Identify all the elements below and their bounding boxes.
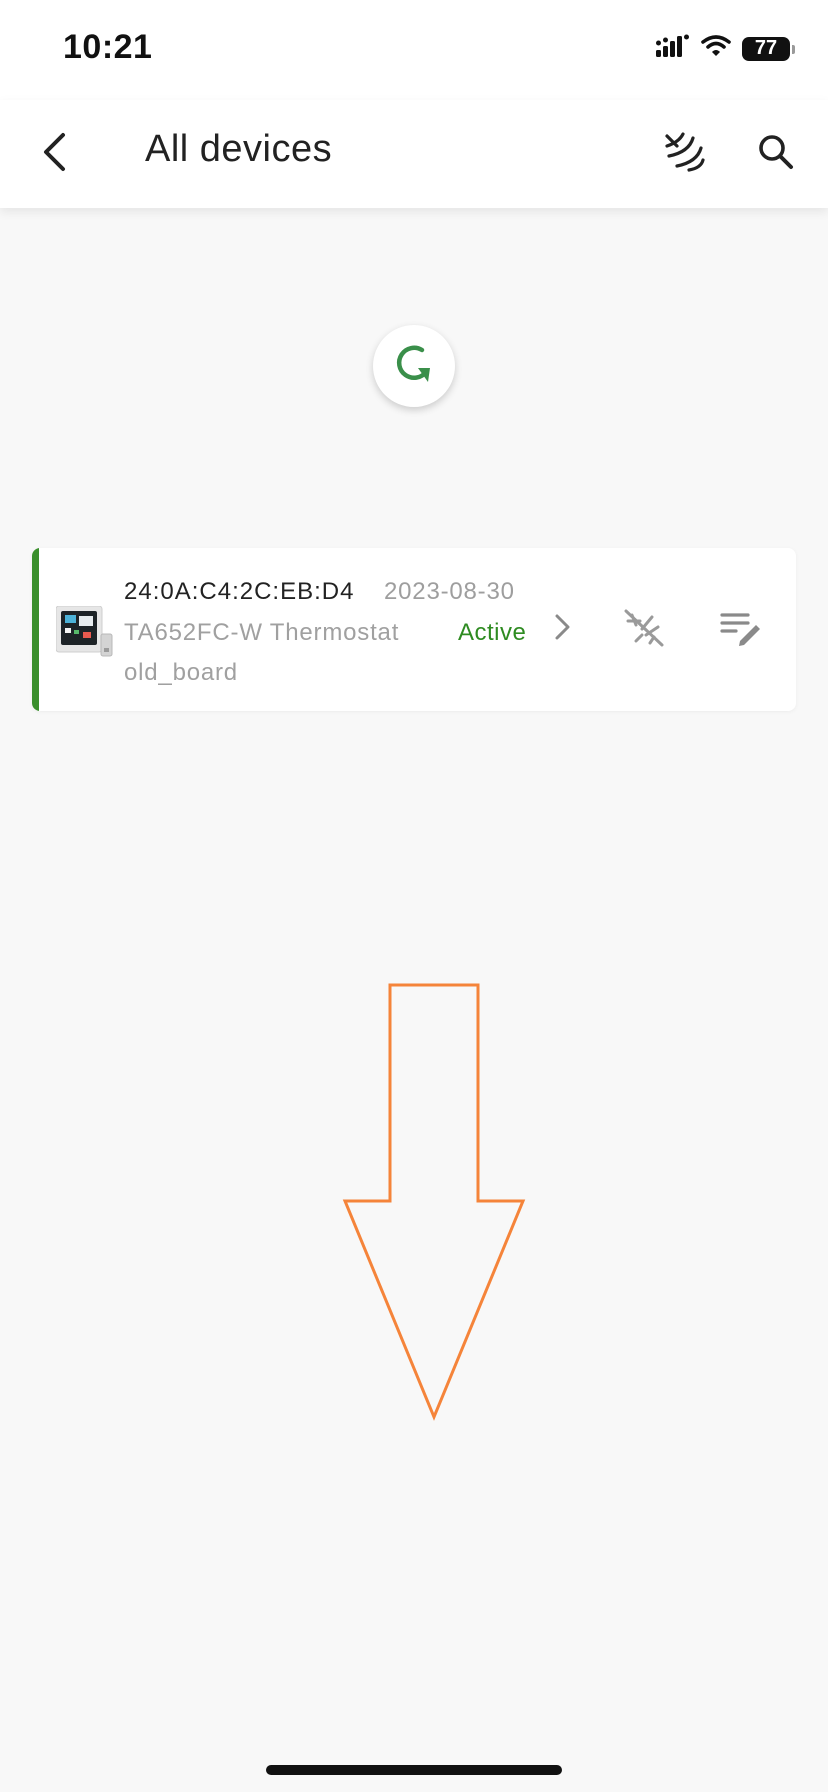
back-button[interactable] [22,122,86,186]
status-icons: 77 [656,34,795,63]
unlink-icon [622,607,666,654]
back-arrow-icon [39,131,69,178]
device-details-button[interactable] [545,606,581,652]
search-icon [756,132,796,177]
status-bar: 10:21 77 [0,0,828,100]
device-model: TA652FC-W Thermostat [124,619,400,646]
device-date: 2023-08-30 [384,578,515,605]
status-time: 10:21 [63,28,153,66]
home-indicator[interactable] [266,1765,562,1775]
annotation-down-arrow [342,983,526,1421]
chevron-right-icon [553,612,573,647]
nfc-button[interactable] [650,122,718,186]
refresh-button[interactable] [373,325,455,407]
search-button[interactable] [744,122,808,186]
battery-icon: 77 [742,36,795,61]
device-status-badge: Active [458,619,527,646]
device-card[interactable]: 24:0A:C4:2C:EB:D4 2023-08-30 TA652FC-W T… [32,548,796,711]
refresh-icon [392,342,436,391]
page-title: All devices [145,128,333,170]
unlink-device-button[interactable] [618,606,670,654]
app-bar: All devices [0,100,828,208]
signal-icon [656,34,690,63]
edit-icon [718,609,762,652]
thermostat-thumbnail-icon [55,605,114,658]
device-name: old_board [124,659,238,686]
all-devices-screen: 10:21 77 All devices 24:0A:C4:2C:EB:D4 2… [0,0,828,1792]
nfc-icon [663,131,705,177]
edit-device-button[interactable] [714,606,766,654]
device-mac-address: 24:0A:C4:2C:EB:D4 [124,578,355,605]
wifi-icon [700,34,732,63]
active-status-accent [32,548,39,711]
battery-level: 77 [754,37,778,59]
